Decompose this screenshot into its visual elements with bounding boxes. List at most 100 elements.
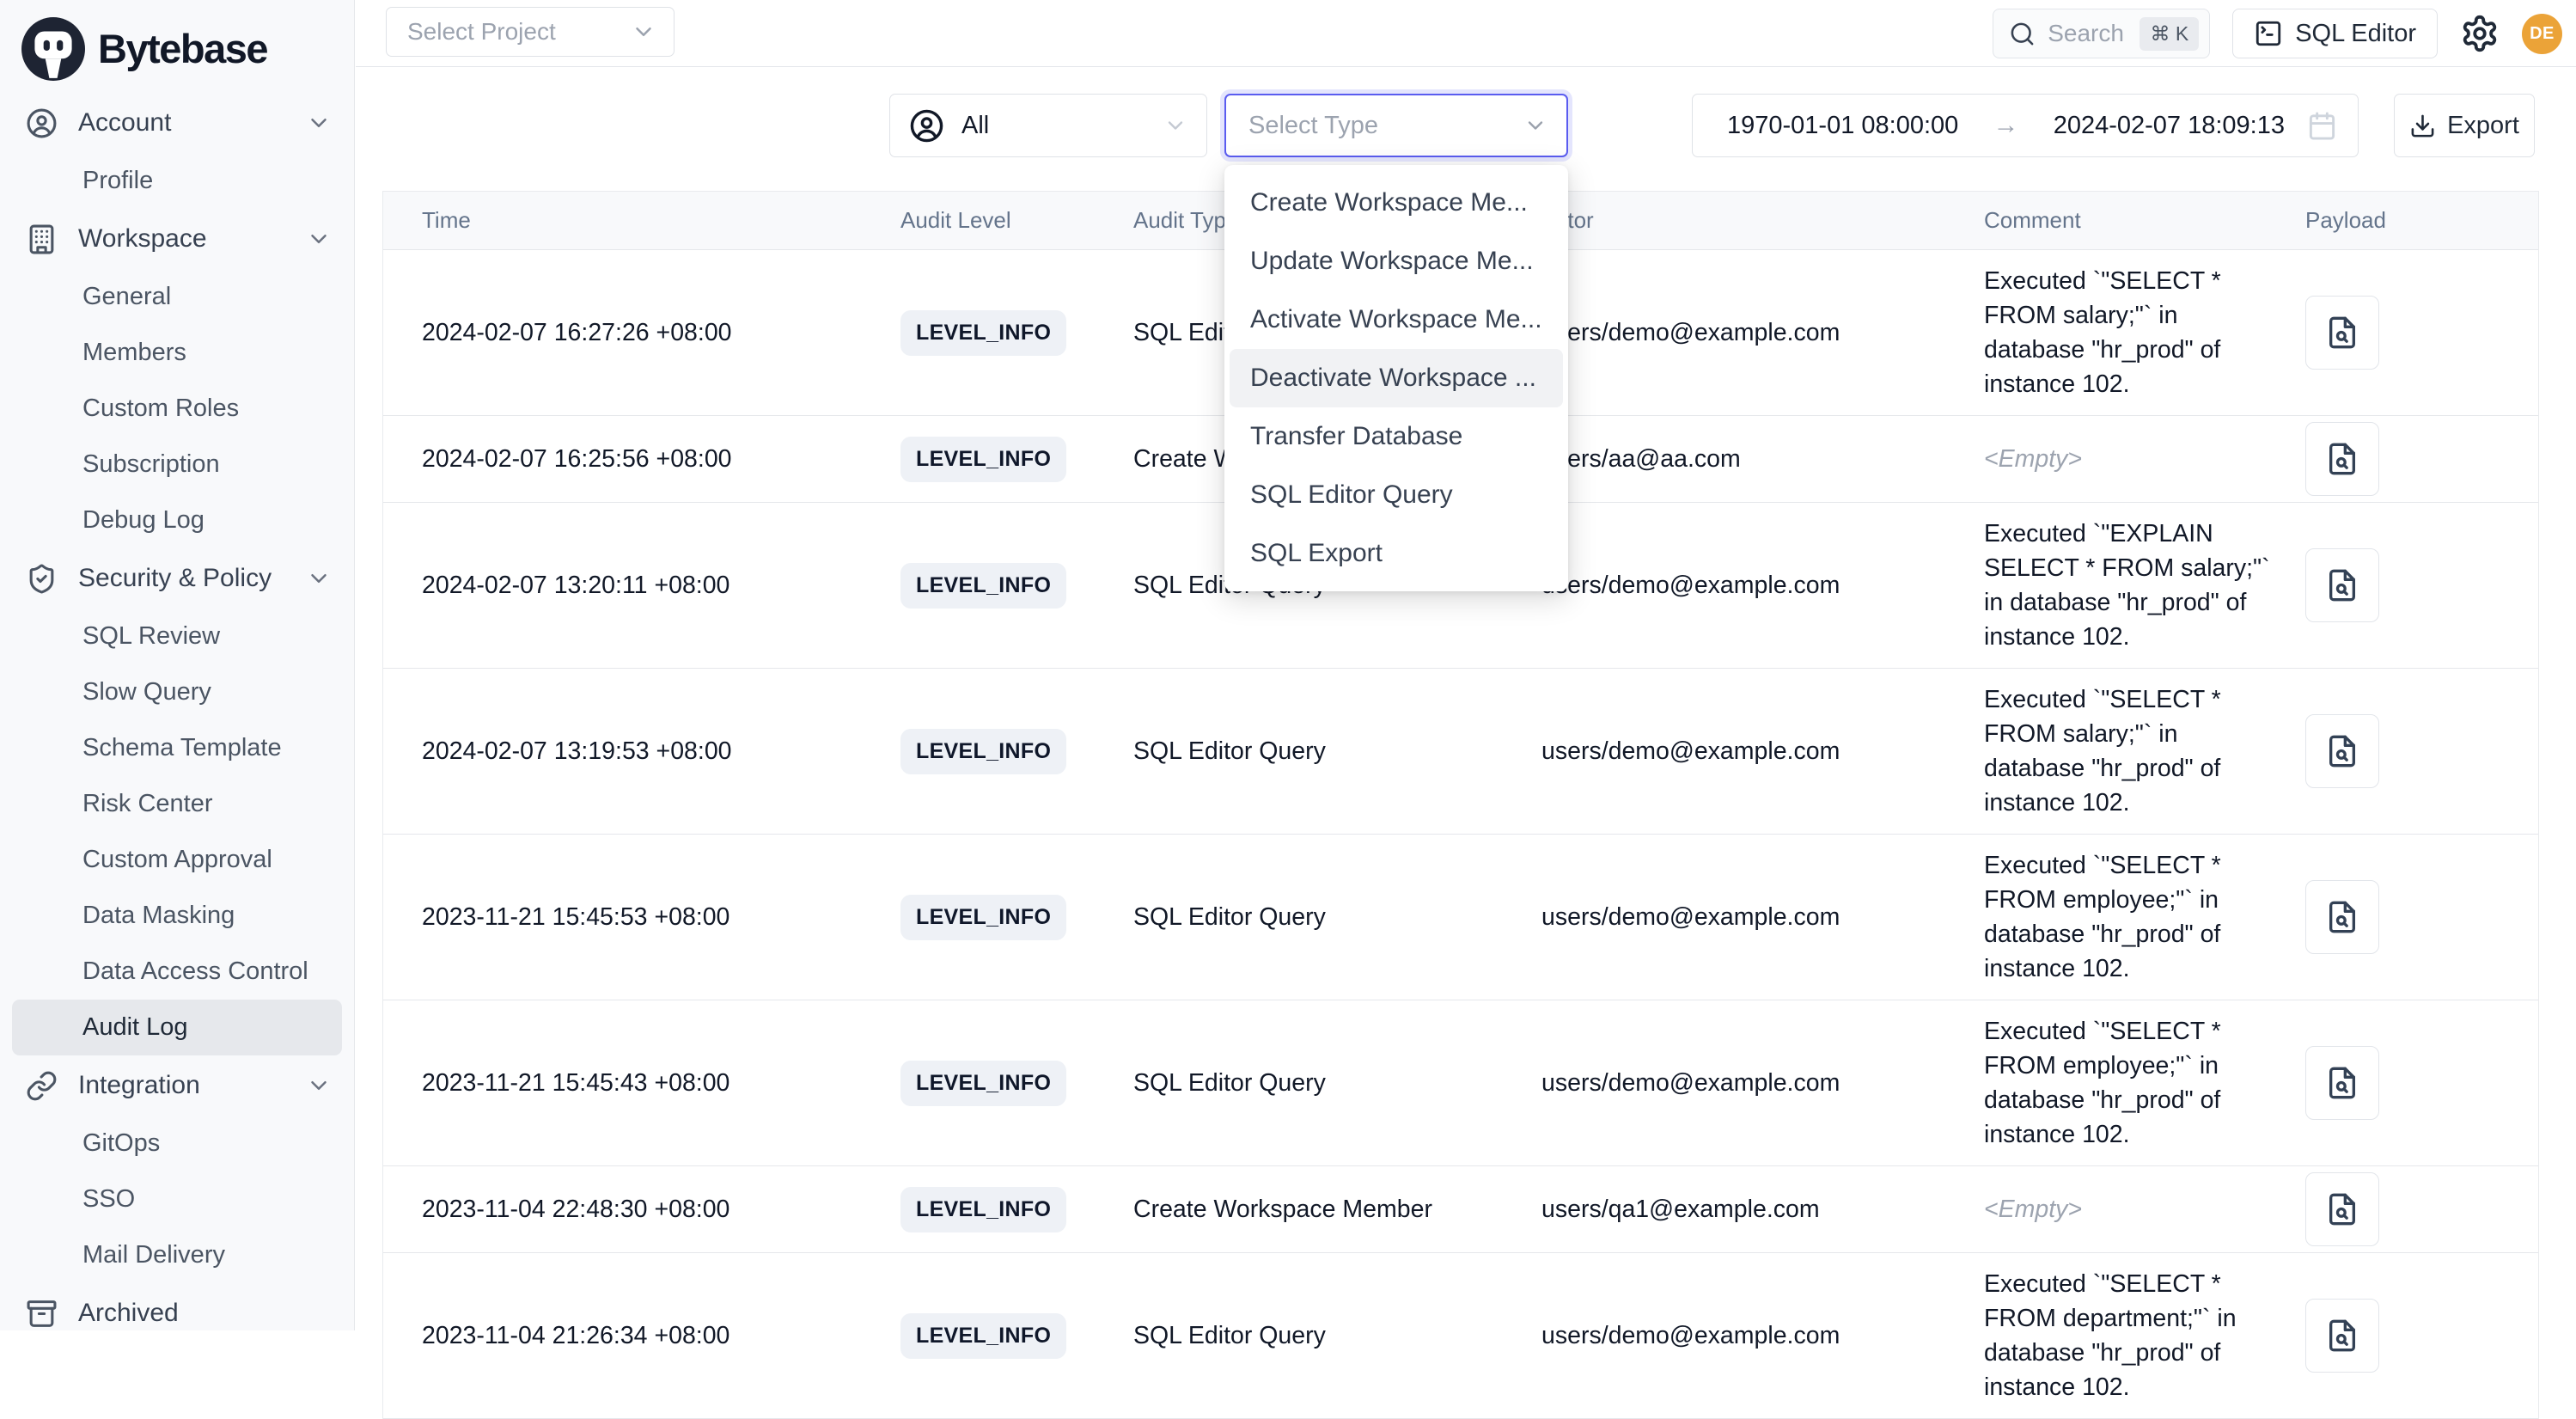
type-menu-item-activate-workspace-me[interactable]: Activate Workspace Me... [1230,291,1563,349]
gear-icon[interactable] [2460,14,2500,53]
date-to: 2024-02-07 18:09:13 [2054,112,2285,140]
sidebar-group-workspace[interactable]: Workspace [0,209,354,269]
payload-view-button[interactable] [2305,1046,2379,1120]
sidebar-group-label: Integration [78,1071,306,1100]
type-menu-item-label: Deactivate Workspace ... [1250,364,1536,393]
link-icon [26,1070,58,1102]
sidebar-item-mail-delivery[interactable]: Mail Delivery [12,1227,342,1283]
payload-view-button[interactable] [2305,1172,2379,1246]
type-menu-item-sql-editor-query[interactable]: SQL Editor Query [1230,466,1563,524]
level-badge: LEVEL_INFO [900,1313,1066,1359]
sidebar-group-account[interactable]: Account [0,93,354,153]
sidebar-item-label: Custom Roles [82,395,239,423]
cell-time: 2023-11-21 15:45:53 +08:00 [383,903,900,932]
topbar: Select Project Search ⌘ K SQL Editor DE [356,0,2576,67]
cell-audit-level: LEVEL_INFO [900,310,1133,356]
type-menu-item-deactivate-workspace[interactable]: Deactivate Workspace ... [1230,349,1563,407]
project-select[interactable]: Select Project [386,7,675,57]
file-search-icon [2325,1066,2359,1100]
payload-view-button[interactable] [2305,548,2379,622]
cell-actor: users/qa1@example.com [1541,1196,1984,1224]
sidebar-item-sql-review[interactable]: SQL Review [12,609,342,664]
user-circle-icon [26,107,58,139]
column-header-comment: Comment [1984,207,2305,234]
sidebar-item-label: Data Access Control [82,957,308,986]
file-search-icon [2325,442,2359,476]
type-menu-item-update-workspace-me[interactable]: Update Workspace Me... [1230,232,1563,291]
sidebar-group-label: Security & Policy [78,564,306,593]
sql-editor-button[interactable]: SQL Editor [2232,9,2438,58]
type-menu-item-label: Activate Workspace Me... [1250,305,1542,334]
sidebar-group-security-policy[interactable]: Security & Policy [0,548,354,609]
sidebar-item-sso[interactable]: SSO [12,1171,342,1227]
cell-audit-level: LEVEL_INFO [900,1061,1133,1106]
cell-audit-type: SQL Editor Query [1133,1322,1541,1350]
level-badge: LEVEL_INFO [900,1061,1066,1106]
cell-payload [2305,422,2540,496]
export-button[interactable]: Export [2394,94,2535,157]
sidebar-item-custom-roles[interactable]: Custom Roles [12,381,342,437]
level-badge: LEVEL_INFO [900,895,1066,940]
type-menu-item-sql-export[interactable]: SQL Export [1230,524,1563,583]
cell-time: 2024-02-07 13:20:11 +08:00 [383,572,900,600]
cell-audit-level: LEVEL_INFO [900,563,1133,609]
archive-icon [26,1298,58,1330]
payload-view-button[interactable] [2305,714,2379,788]
cell-actor: users/demo@example.com [1541,903,1984,932]
sql-editor-label: SQL Editor [2295,20,2416,48]
brand-logo[interactable]: Bytebase [0,0,354,86]
type-filter-select[interactable]: Select Type [1224,94,1568,157]
cell-payload [2305,1046,2540,1120]
sidebar-group-archived[interactable]: Archived [0,1283,354,1343]
avatar[interactable]: DE [2522,14,2562,54]
payload-view-button[interactable] [2305,880,2379,954]
sidebar-item-schema-template[interactable]: Schema Template [12,720,342,776]
cell-audit-type: SQL Editor Query [1133,1069,1541,1098]
search-input[interactable]: Search ⌘ K [1993,9,2210,58]
actor-filter-select[interactable]: All [889,94,1207,157]
cell-payload [2305,548,2540,622]
chevron-down-icon [1163,113,1187,138]
type-filter-placeholder: Select Type [1248,112,1523,140]
sidebar-item-custom-approval[interactable]: Custom Approval [12,832,342,888]
payload-view-button[interactable] [2305,1299,2379,1373]
sidebar-item-label: Custom Approval [82,846,272,874]
payload-view-button[interactable] [2305,422,2379,496]
sidebar-item-gitops[interactable]: GitOps [12,1116,342,1171]
cell-audit-level: LEVEL_INFO [900,729,1133,774]
type-menu-item-transfer-database[interactable]: Transfer Database [1230,407,1563,466]
sidebar-item-data-masking[interactable]: Data Masking [12,888,342,944]
type-menu-item-create-workspace-me[interactable]: Create Workspace Me... [1230,174,1563,232]
sidebar-item-general[interactable]: General [12,269,342,325]
sidebar-group-label: Archived [78,1299,332,1328]
sidebar-item-label: Mail Delivery [82,1241,225,1269]
download-icon [2409,113,2436,139]
cell-audit-level: LEVEL_INFO [900,1187,1133,1232]
sidebar-item-subscription[interactable]: Subscription [12,437,342,492]
sidebar-item-label: Debug Log [82,506,204,535]
file-search-icon [2325,568,2359,602]
shield-check-icon [26,563,58,595]
cell-comment: Executed `"SELECT * FROM department;"` i… [1984,1253,2305,1418]
sidebar-group-label: Account [78,108,306,138]
sidebar-group-integration[interactable]: Integration [0,1055,354,1116]
type-menu: Create Workspace Me... Update Workspace … [1224,165,1568,591]
sidebar-item-audit-log[interactable]: Audit Log [12,1000,342,1055]
sidebar-item-members[interactable]: Members [12,325,342,381]
file-search-icon [2325,1318,2359,1353]
sidebar-item-debug-log[interactable]: Debug Log [12,492,342,548]
sidebar-item-data-access-control[interactable]: Data Access Control [12,944,342,1000]
actor-filter-value: All [961,112,1163,140]
sidebar-item-label: Risk Center [82,790,213,818]
user-circle-icon [909,108,944,144]
date-range-picker[interactable]: 1970-01-01 08:00:00 → 2024-02-07 18:09:1… [1692,94,2359,157]
sidebar-item-profile[interactable]: Profile [12,153,342,209]
cell-comment: <Empty> [1984,416,2305,502]
table-row: 2023-11-04 22:48:30 +08:00 LEVEL_INFO Cr… [383,1166,2538,1253]
payload-view-button[interactable] [2305,296,2379,370]
cell-time: 2024-02-07 16:27:26 +08:00 [383,319,900,347]
sidebar-item-slow-query[interactable]: Slow Query [12,664,342,720]
sidebar-item-risk-center[interactable]: Risk Center [12,776,342,832]
type-menu-item-label: SQL Editor Query [1250,480,1453,510]
table-row: 2023-11-21 15:45:53 +08:00 LEVEL_INFO SQ… [383,835,2538,1000]
